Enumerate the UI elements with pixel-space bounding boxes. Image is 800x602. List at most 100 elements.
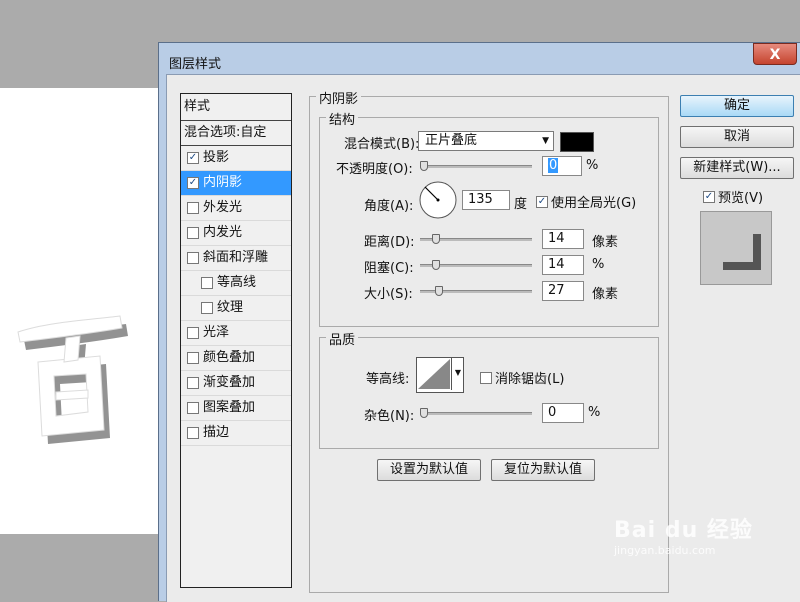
choke-label: 阻塞(C): [364, 261, 414, 276]
noise-slider[interactable] [420, 408, 532, 418]
quality-title: 品质 [326, 329, 359, 348]
opacity-label: 不透明度(O): [336, 162, 413, 177]
style-item-label: 等高线 [217, 275, 257, 290]
baidu-watermark: Bai du 经验 jingyan.baidu.com [614, 512, 753, 557]
contour-label: 等高线: [366, 372, 410, 387]
style-items: ✓ 投影 ✓ 内阴影外发光内发光斜面和浮雕等高线纹理 光泽 颜色叠加渐变叠加图案叠加描边 [181, 146, 291, 446]
size-input[interactable]: 27 [542, 281, 584, 301]
checkbox-box [480, 371, 492, 384]
checkbox-box[interactable] [187, 227, 199, 239]
style-item-label: 内发光 [203, 225, 243, 240]
blend-options-item[interactable]: 混合选项:自定 [181, 121, 291, 146]
shadow-color-swatch[interactable] [560, 132, 594, 152]
checkbox-box[interactable] [187, 402, 199, 414]
slider-track [420, 165, 532, 168]
style-item[interactable]: 颜色叠加 [181, 346, 291, 371]
size-label: 大小(S): [364, 287, 413, 302]
slider-thumb[interactable] [420, 161, 428, 171]
style-item-label: 描边 [203, 425, 230, 440]
style-item-label: 内阴影 [203, 175, 243, 190]
global-light-checkbox[interactable]: ✓ 使用全局光(G) [536, 192, 636, 211]
size-value: 27 [548, 283, 565, 298]
slider-thumb[interactable] [432, 260, 440, 270]
chevron-down-icon: ▼ [542, 136, 549, 146]
noise-unit: % [588, 405, 601, 420]
preview-label: 预览(V) [718, 191, 764, 206]
style-item[interactable]: 图案叠加 [181, 396, 291, 421]
picker-divider [451, 358, 452, 390]
watermark-brand: Bai du 经验 [614, 518, 753, 543]
angle-value: 135 [468, 192, 493, 207]
preview-checkbox[interactable]: ✓ 预览(V) [703, 187, 763, 206]
distance-unit: 像素 [592, 235, 619, 250]
checkbox-box: ✓ [536, 195, 548, 208]
opacity-input[interactable]: 0 [542, 156, 582, 176]
section-title: 内阴影 [316, 88, 362, 107]
slider-thumb[interactable] [432, 234, 440, 244]
checkbox-box[interactable] [187, 252, 199, 264]
style-item-label: 渐变叠加 [203, 375, 256, 390]
checkbox-box[interactable]: ✓ [187, 177, 199, 189]
ok-button[interactable]: 确定 [680, 95, 794, 117]
opacity-unit: % [586, 158, 599, 173]
close-button[interactable]: X [753, 43, 797, 65]
slider-thumb[interactable] [420, 408, 428, 418]
choke-unit: % [592, 257, 605, 272]
checkbox-box[interactable] [187, 202, 199, 214]
checkbox-box[interactable] [187, 327, 199, 339]
styles-list: 样式 混合选项:自定 ✓ 投影 ✓ 内阴影外发光内发光斜面和浮雕等高线纹理 光泽 颜色叠加… [180, 93, 292, 588]
style-item[interactable]: 斜面和浮雕 [181, 246, 291, 271]
angle-dial[interactable] [418, 180, 458, 220]
quality-group: 品质 等高线: ▼ 消除锯齿(L) 杂色(N): 0 % [319, 329, 659, 449]
angle-unit: 度 [514, 197, 528, 212]
checkbox-box[interactable] [201, 302, 213, 314]
make-default-button[interactable]: 设置为默认值 [377, 459, 481, 481]
opacity-slider[interactable] [420, 161, 532, 171]
style-item[interactable]: 等高线 [181, 271, 291, 296]
size-unit: 像素 [592, 287, 619, 302]
style-item[interactable]: ✓ 内阴影 [181, 171, 291, 196]
style-item-label: 外发光 [203, 200, 243, 215]
style-item[interactable]: 光泽 [181, 321, 291, 346]
style-item[interactable]: 外发光 [181, 196, 291, 221]
style-item-label: 投影 [203, 150, 230, 165]
reset-default-button[interactable]: 复位为默认值 [491, 459, 595, 481]
angle-label: 角度(A): [364, 199, 414, 214]
opacity-value: 0 [548, 158, 559, 173]
distance-label: 距离(D): [364, 235, 415, 250]
slider-thumb[interactable] [435, 286, 443, 296]
new-style-button[interactable]: 新建样式(W)... [680, 157, 794, 179]
style-item-label: 图案叠加 [203, 400, 256, 415]
checkbox-box[interactable] [201, 277, 213, 289]
antialias-label: 消除锯齿(L) [495, 372, 565, 387]
distance-input[interactable]: 14 [542, 229, 584, 249]
style-item[interactable]: 渐变叠加 [181, 371, 291, 396]
document-canvas [0, 88, 160, 534]
antialias-checkbox[interactable]: 消除锯齿(L) [480, 368, 564, 387]
style-item[interactable]: ✓ 投影 [181, 146, 291, 171]
checkbox-box[interactable] [187, 352, 199, 364]
watermark-url: jingyan.baidu.com [614, 544, 716, 557]
checkbox-box[interactable] [187, 427, 199, 439]
checkbox-box: ✓ [703, 190, 715, 203]
checkbox-box[interactable]: ✓ [187, 152, 199, 164]
cancel-button[interactable]: 取消 [680, 126, 794, 148]
angle-input[interactable]: 135 [462, 190, 510, 210]
style-item[interactable]: 描边 [181, 421, 291, 446]
global-light-label: 使用全局光(G) [551, 196, 637, 211]
choke-input[interactable]: 14 [542, 255, 584, 275]
choke-slider[interactable] [420, 260, 532, 270]
blend-mode-select[interactable]: 正片叠底 ▼ [418, 131, 554, 151]
style-item[interactable]: 内发光 [181, 221, 291, 246]
checkbox-box[interactable] [187, 377, 199, 389]
choke-value: 14 [548, 257, 565, 272]
styles-header: 样式 [181, 94, 291, 121]
style-item[interactable]: 纹理 [181, 296, 291, 321]
style-item-label: 斜面和浮雕 [203, 250, 269, 265]
distance-slider[interactable] [420, 234, 532, 244]
noise-input[interactable]: 0 [542, 403, 584, 423]
contour-picker[interactable]: ▼ [416, 357, 464, 393]
size-slider[interactable] [420, 286, 532, 296]
slider-track [420, 412, 532, 415]
brush-glyph-artwork [17, 315, 128, 444]
